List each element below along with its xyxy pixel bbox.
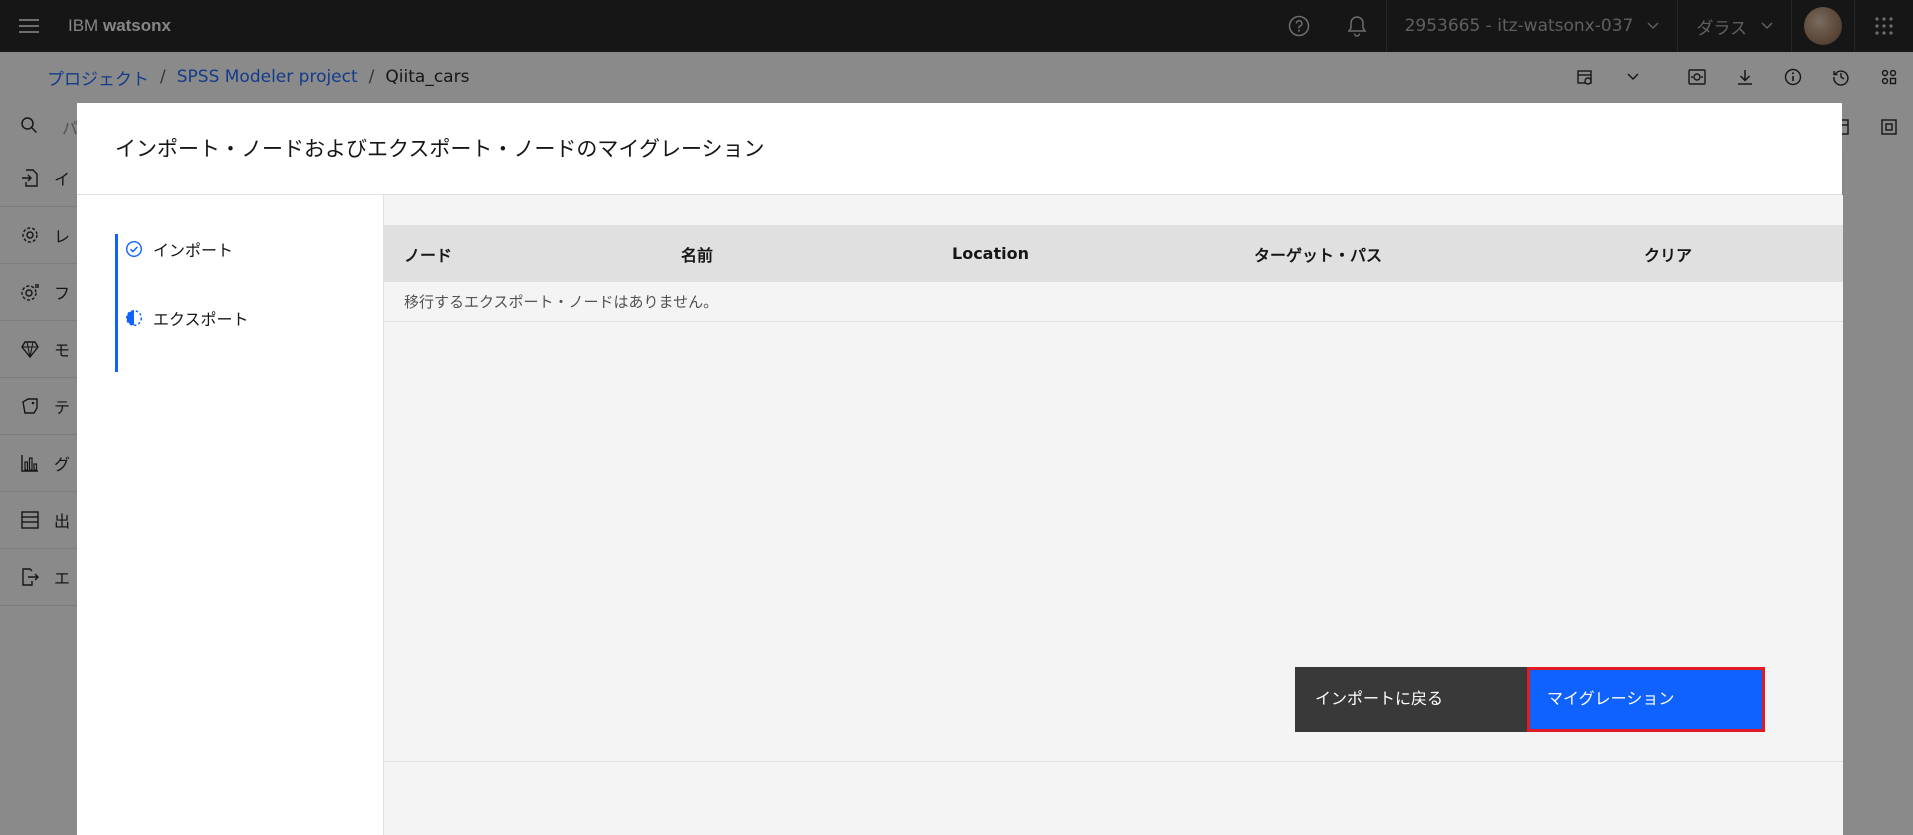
table-header: ノード 名前 Location ターゲット・パス クリア [384, 225, 1843, 282]
in-progress-icon [125, 309, 143, 327]
modal-header: インポート・ノードおよびエクスポート・ノードのマイグレーション [77, 103, 1842, 195]
migration-table-area: ノード 名前 Location ターゲット・パス クリア 移行するエクスポート・… [383, 195, 1843, 835]
column-header-clear[interactable]: クリア [1644, 225, 1692, 282]
empty-state-message: 移行するエクスポート・ノードはありません。 [404, 293, 719, 311]
progress-step-label: インポート [153, 241, 234, 260]
progress-step-export[interactable]: エクスポート [125, 306, 249, 330]
back-to-import-button[interactable]: インポートに戻る [1295, 667, 1527, 732]
divider [384, 761, 1843, 762]
column-header-name[interactable]: 名前 [681, 225, 713, 282]
progress-step-import[interactable]: インポート [125, 237, 233, 261]
modal-title: インポート・ノードおよびエクスポート・ノードのマイグレーション [115, 137, 765, 161]
column-header-location[interactable]: Location [952, 225, 1029, 282]
progress-line [115, 234, 118, 372]
column-header-target-path[interactable]: ターゲット・パス [1254, 225, 1382, 282]
column-header-node[interactable]: ノード [404, 225, 452, 282]
progress-step-label: エクスポート [153, 310, 249, 329]
table-row: 移行するエクスポート・ノードはありません。 [384, 282, 1843, 322]
migrate-button[interactable]: マイグレーション [1527, 667, 1765, 732]
checkmark-circle-icon [125, 240, 143, 258]
